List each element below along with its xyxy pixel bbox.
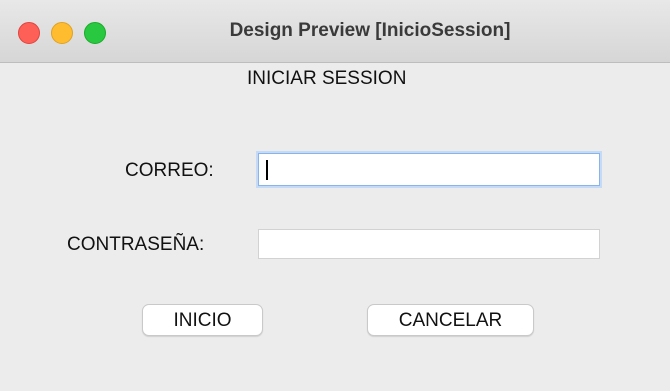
cancel-button[interactable]: CANCELAR xyxy=(367,304,534,336)
form-heading: INICIAR SESSION xyxy=(247,68,407,89)
window-titlebar: Design Preview [InicioSession] xyxy=(0,0,670,63)
window-title: Design Preview [InicioSession] xyxy=(229,20,511,41)
text-cursor xyxy=(266,160,268,180)
design-preview-window: ... ....... Design Preview [InicioSessio… xyxy=(0,0,670,391)
email-label: CORREO: xyxy=(125,160,214,181)
email-field[interactable] xyxy=(258,153,600,186)
password-input[interactable] xyxy=(259,230,599,258)
password-field[interactable] xyxy=(258,229,600,259)
login-button[interactable]: INICIO xyxy=(142,304,263,336)
email-input[interactable] xyxy=(259,154,599,185)
password-label: CONTRASEÑA: xyxy=(67,234,205,255)
